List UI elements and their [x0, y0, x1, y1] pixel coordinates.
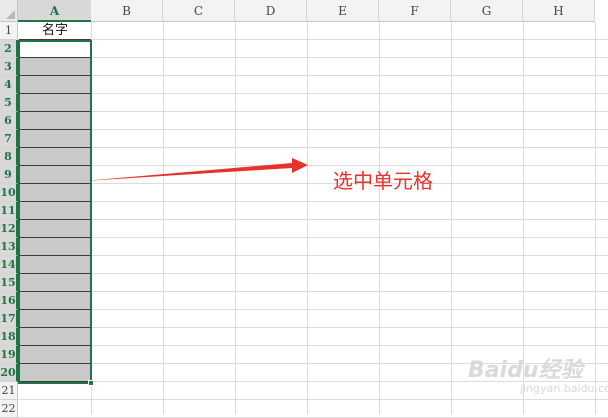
spreadsheet-grid: ABCDEFGH 1 2 3 4 5 6 7 8 9 10 11 12 13 14 15 16 17 18 19 20…: [0, 0, 608, 418]
watermark-url: jingyan.baidu.com: [520, 382, 608, 395]
watermark-logo: Baidu经验: [468, 358, 583, 383]
annotation-label: 选中单元格: [333, 169, 433, 193]
